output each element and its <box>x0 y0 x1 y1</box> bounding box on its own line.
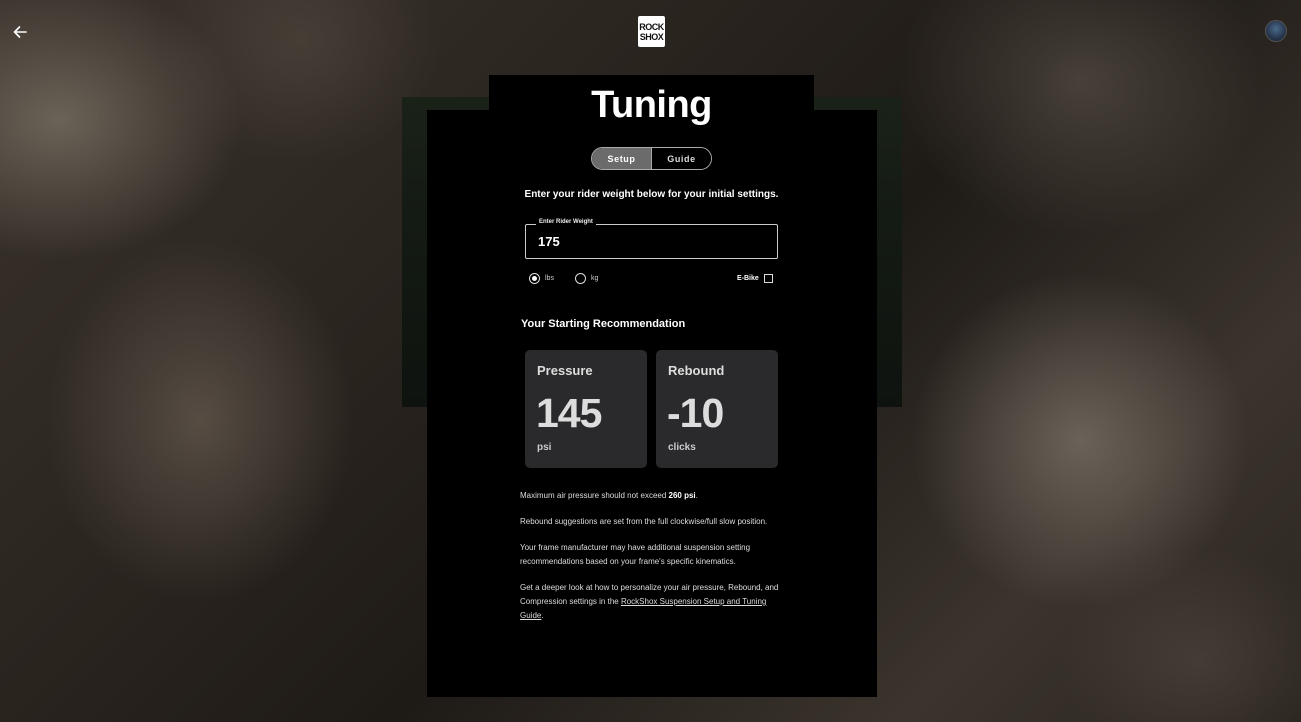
recommendation-heading: Your Starting Recommendation <box>521 318 686 330</box>
guide-suffix: . <box>541 611 544 620</box>
max-pressure-prefix: Maximum air pressure should not exceed <box>520 491 669 500</box>
rockshox-logo[interactable]: ROCK SHOX <box>638 16 665 47</box>
pressure-unit: psi <box>537 442 552 453</box>
rider-weight-field: Enter Rider Weight <box>525 219 778 259</box>
frame-note: Your frame manufacturer may have additio… <box>520 543 751 566</box>
rebound-unit: clicks <box>668 442 696 453</box>
arrow-left-icon <box>13 26 27 38</box>
logo-line-2: SHOX <box>639 31 664 42</box>
max-pressure-note: Maximum air pressure should not exceed 2… <box>520 489 782 503</box>
guide-note: Get a deeper look at how to personalize … <box>520 581 782 623</box>
notes-section: Maximum air pressure should not exceed 2… <box>520 489 782 635</box>
lbs-radio[interactable] <box>529 273 540 284</box>
unit-lbs-option[interactable]: lbs <box>529 273 554 284</box>
max-pressure-value: 260 psi <box>668 491 696 500</box>
intro-text: Enter your rider weight below for your i… <box>524 189 779 200</box>
rebound-value: -10 <box>667 390 724 436</box>
back-button[interactable] <box>10 22 30 42</box>
rebound-title: Rebound <box>668 363 725 378</box>
rider-weight-label: Enter Rider Weight <box>536 219 596 225</box>
logo-line-1: ROCK <box>639 21 664 32</box>
user-avatar[interactable] <box>1265 20 1287 42</box>
tab-switcher: Setup Guide <box>591 147 712 170</box>
tab-setup[interactable]: Setup <box>592 148 652 169</box>
ebike-checkbox[interactable] <box>763 274 773 283</box>
ebike-label: E-Bike <box>737 275 759 282</box>
rebound-card: Rebound -10 clicks <box>656 350 778 468</box>
kg-label: kg <box>591 275 599 282</box>
pressure-value: 145 <box>536 390 602 436</box>
pressure-title: Pressure <box>537 363 593 378</box>
rider-weight-input[interactable] <box>538 234 738 249</box>
ebike-option[interactable]: E-Bike <box>737 274 773 283</box>
page-title: Tuning <box>591 84 712 126</box>
lbs-label: lbs <box>545 275 554 282</box>
rebound-note: Rebound suggestions are set from the ful… <box>520 517 768 526</box>
tab-guide[interactable]: Guide <box>652 148 711 169</box>
max-pressure-suffix: . <box>695 491 698 500</box>
kg-radio[interactable] <box>575 273 586 284</box>
unit-kg-option[interactable]: kg <box>575 273 598 284</box>
radio-selected-dot <box>532 276 537 281</box>
pressure-card: Pressure 145 psi <box>525 350 647 468</box>
